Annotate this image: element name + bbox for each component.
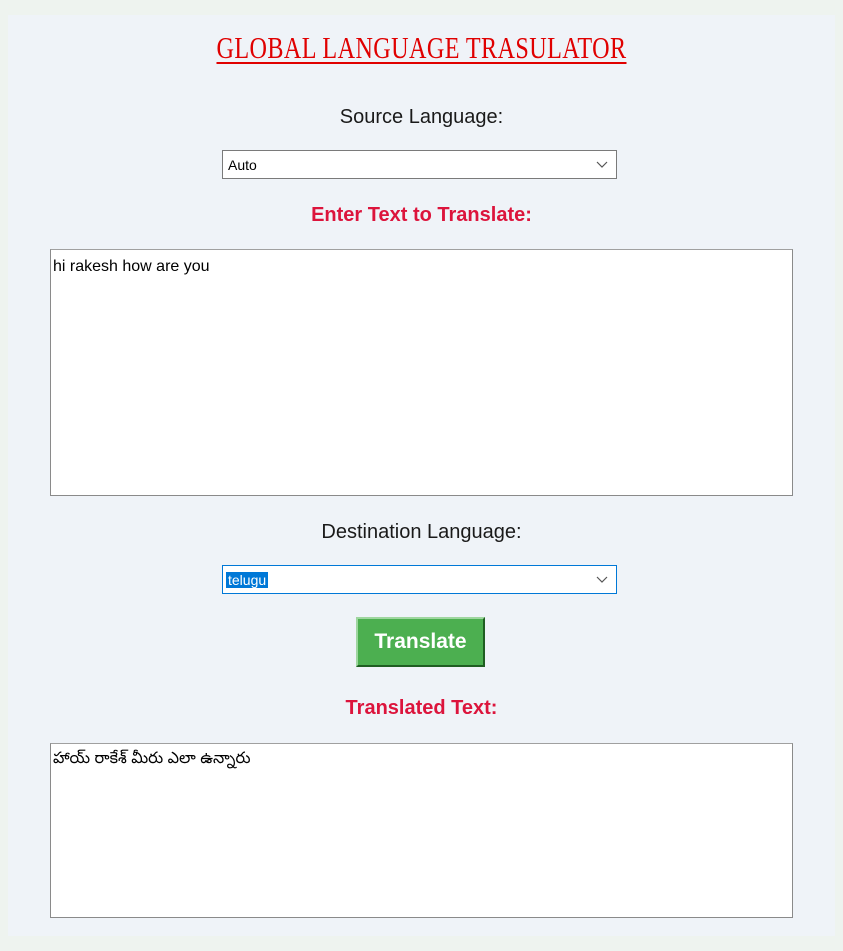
translate-button[interactable]: Translate xyxy=(356,617,485,667)
input-heading: Enter Text to Translate: xyxy=(311,204,532,226)
output-heading: Translated Text: xyxy=(345,697,498,719)
source-language-label: Source Language: xyxy=(339,106,504,128)
translate-button-label: Translate xyxy=(374,630,467,653)
destination-language-value: telugu xyxy=(226,572,269,588)
source-language-value: Auto xyxy=(228,157,257,173)
chevron-down-icon xyxy=(596,161,608,168)
chevron-down-icon xyxy=(596,576,608,583)
destination-language-label: Destination Language: xyxy=(321,521,522,543)
source-text-input[interactable]: hi rakesh how are you xyxy=(50,249,793,496)
translated-text-output[interactable]: హాయ్ రాకేశ్ మీరు ఎలా ఉన్నారు xyxy=(50,743,793,918)
app-title: GLOBAL LANGUAGE TRASULATOR xyxy=(216,30,627,65)
source-language-select[interactable]: Auto xyxy=(222,150,617,179)
destination-language-select[interactable]: telugu xyxy=(222,565,617,594)
